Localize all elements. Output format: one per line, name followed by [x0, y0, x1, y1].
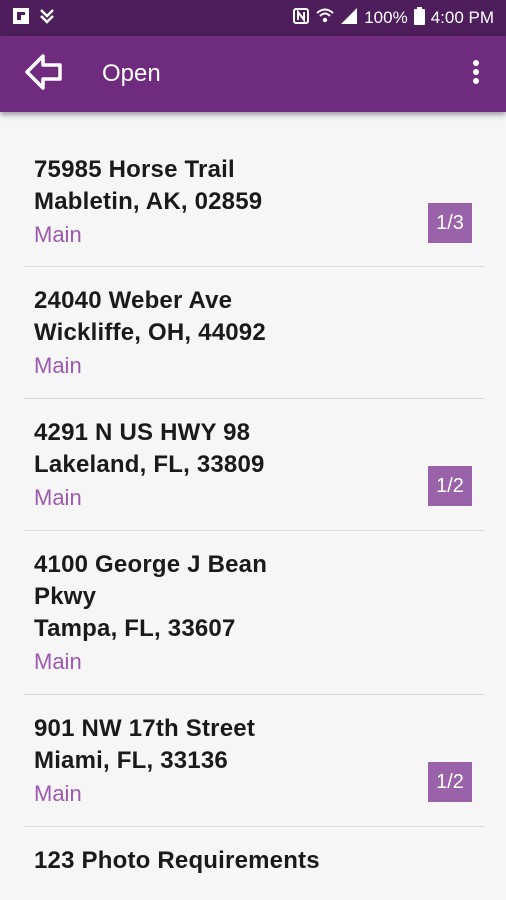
location-list: 75985 Horse Trail Mabletin, AK, 02859 Ma… — [24, 136, 484, 891]
overflow-menu-button[interactable] — [456, 46, 496, 102]
location-type: Main — [34, 353, 82, 378]
back-arrow-icon — [24, 52, 64, 97]
app-bar: Open — [0, 36, 506, 112]
back-button[interactable] — [14, 46, 74, 102]
address-line: 4291 N US HWY 98 — [34, 419, 251, 446]
battery-text: 100% — [364, 8, 408, 27]
address-line: 24040 Weber Ave — [34, 287, 233, 314]
location-type: Main — [34, 485, 82, 510]
address-line: 4100 George J Bean — [34, 551, 268, 578]
count-badge: 1/2 — [428, 762, 472, 802]
signal-icon — [340, 7, 358, 30]
status-bar: 100% 4:00 PM — [0, 0, 506, 36]
list-item[interactable]: 901 NW 17th Street Miami, FL, 33136 Main… — [24, 695, 484, 827]
clock: 4:00 PM — [430, 8, 494, 27]
address-line: Miami, FL, 33136 — [34, 747, 228, 774]
list-item[interactable]: 4291 N US HWY 98 Lakeland, FL, 33809 Mai… — [24, 399, 484, 531]
address-line: 901 NW 17th Street — [34, 715, 256, 742]
flipboard-icon — [12, 7, 30, 30]
battery-icon — [413, 6, 425, 30]
page-title: Open — [102, 60, 161, 87]
count-badge: 1/2 — [428, 466, 472, 506]
status-right: 100% 4:00 PM — [292, 6, 494, 30]
location-type: Main — [34, 222, 82, 247]
address-line: Wickliffe, OH, 44092 — [34, 319, 266, 346]
location-type: Main — [34, 781, 82, 806]
address-line: 75985 Horse Trail — [34, 156, 235, 183]
address-line: Mabletin, AK, 02859 — [34, 188, 263, 215]
address-line: Tampa, FL, 33607 — [34, 615, 236, 642]
overflow-menu-icon — [472, 59, 480, 90]
status-left — [12, 7, 56, 30]
list-item[interactable]: 24040 Weber Ave Wickliffe, OH, 44092 Mai… — [24, 267, 484, 399]
list-item[interactable]: 123 Photo Requirements — [24, 827, 484, 891]
location-type: Main — [34, 649, 82, 674]
list-item[interactable]: 4100 George J Bean Pkwy Tampa, FL, 33607… — [24, 531, 484, 695]
download-icon — [38, 7, 56, 30]
list-item[interactable]: 75985 Horse Trail Mabletin, AK, 02859 Ma… — [24, 136, 484, 267]
nfc-icon — [292, 7, 310, 30]
address-line: Pkwy — [34, 583, 97, 610]
address-line: Lakeland, FL, 33809 — [34, 451, 265, 478]
count-badge: 1/3 — [428, 203, 472, 243]
address-line: 123 Photo Requirements — [34, 847, 320, 874]
wifi-icon — [316, 7, 334, 30]
